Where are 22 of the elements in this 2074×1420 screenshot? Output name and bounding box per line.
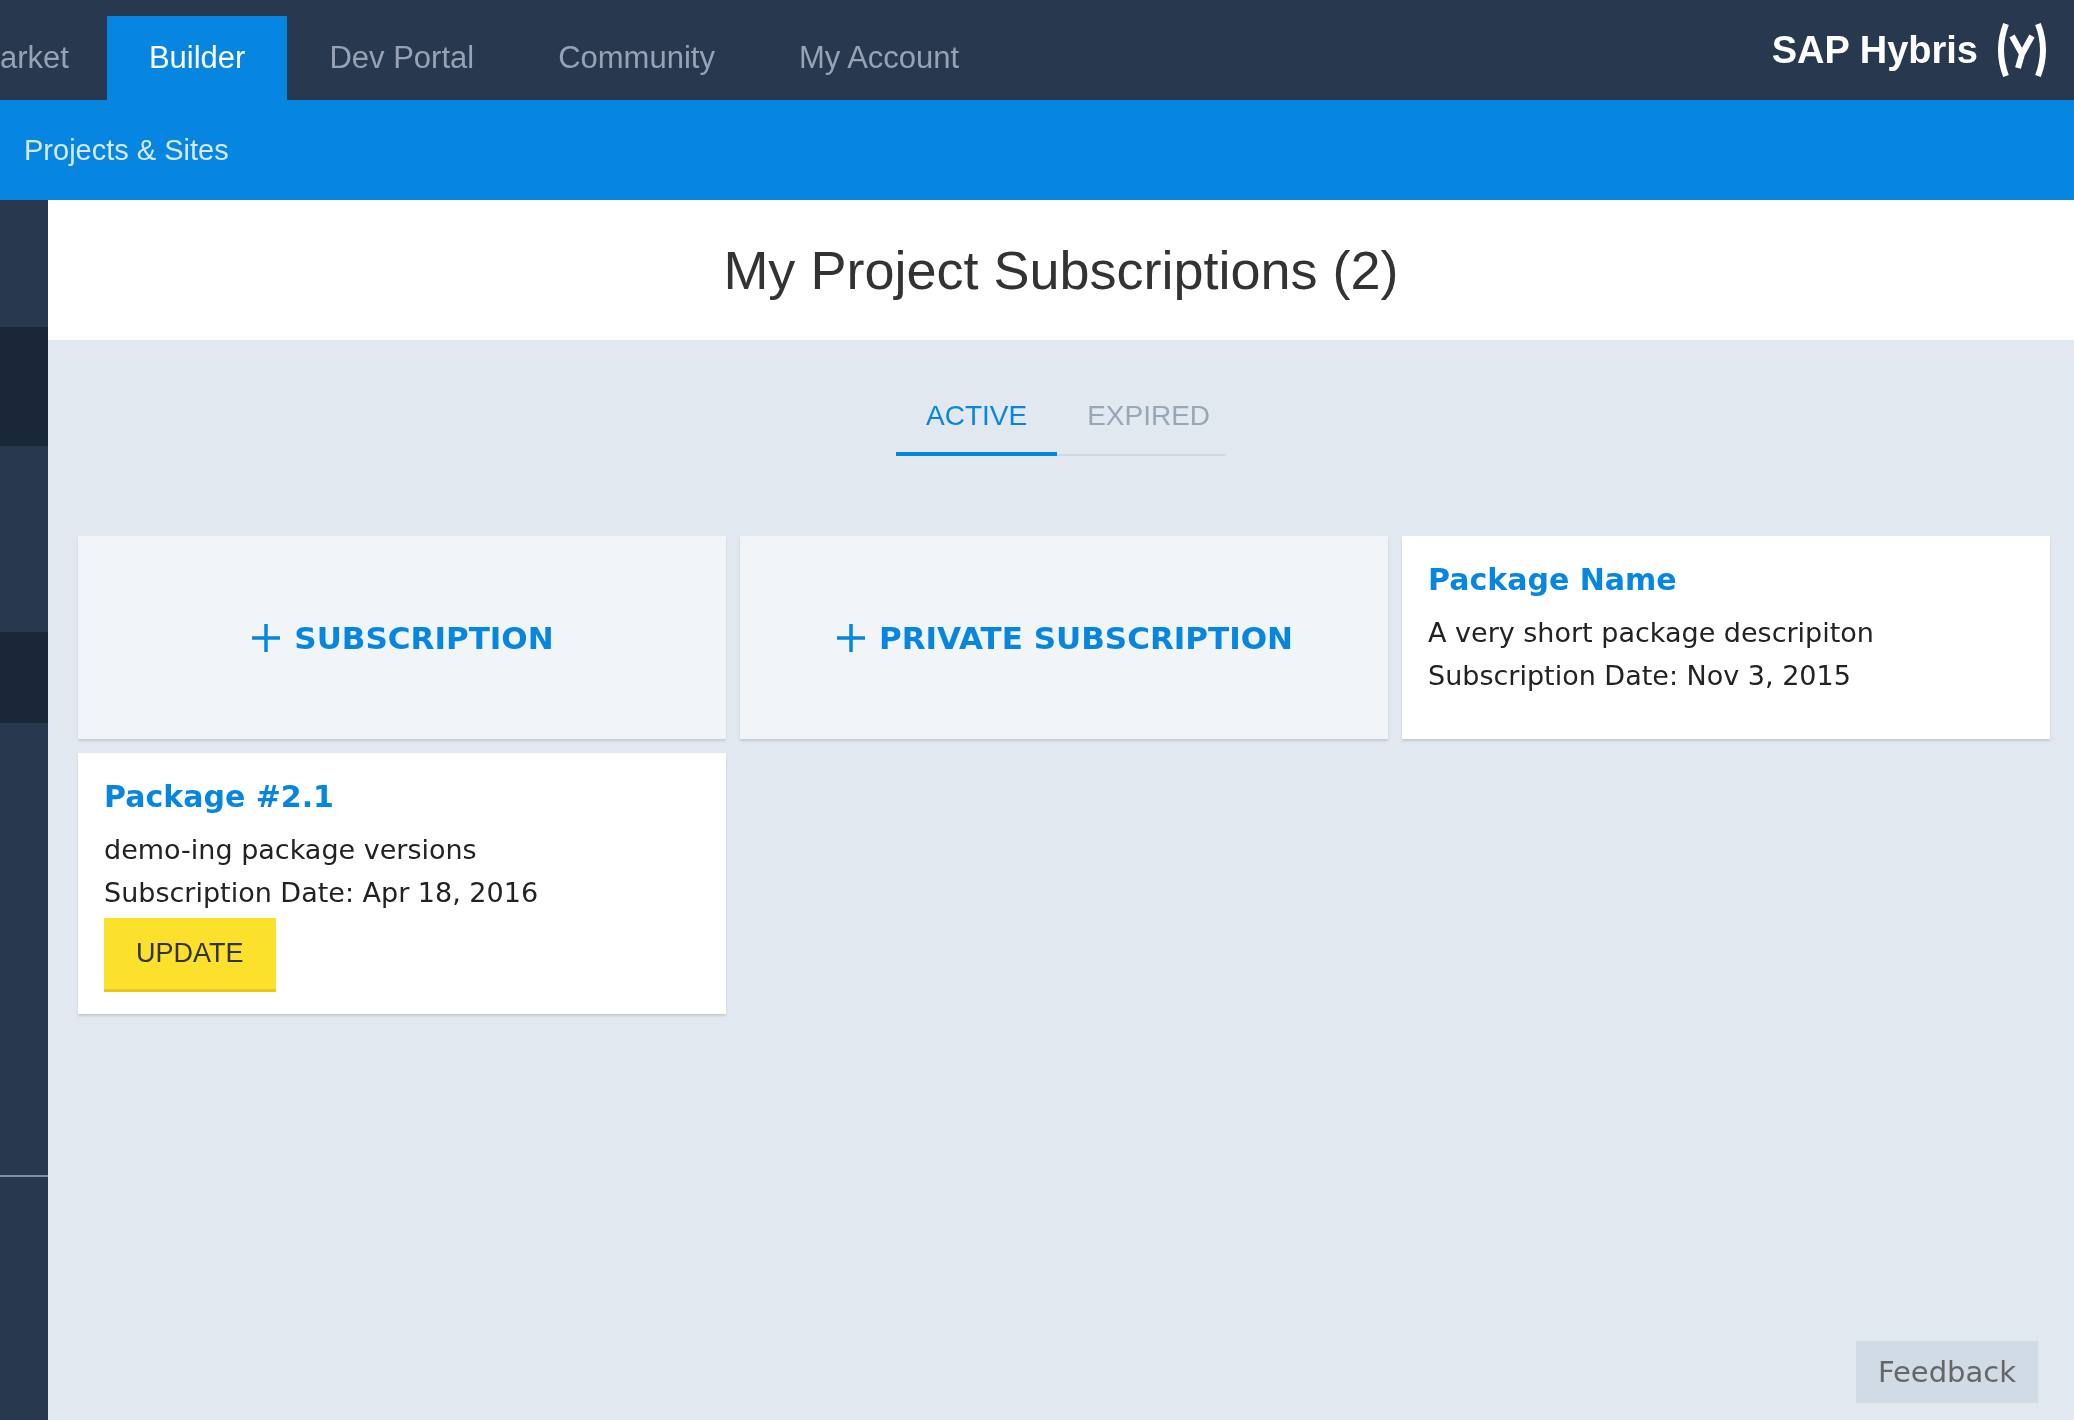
nav-tab[interactable]: My Account (756, 16, 1002, 100)
page-title: My Project Subscriptions (2) (723, 239, 1399, 301)
nav-tab[interactable]: Dev Portal (287, 16, 517, 100)
status-tab[interactable]: EXPIRED (1057, 400, 1241, 456)
package-name-link[interactable]: Package #2.1 (104, 779, 700, 814)
status-tab[interactable]: ACTIVE (896, 400, 1058, 456)
plus-icon (835, 621, 867, 654)
brand-name: SAP Hybris (1771, 28, 1978, 72)
nav-tab[interactable]: Community (516, 16, 757, 100)
subscription-date: Subscription Date: Apr 18, 2016 (104, 877, 540, 908)
subscription-date: Subscription Date: Nov 3, 2015 (1428, 660, 1852, 691)
package-description: demo-ing package versions (104, 834, 478, 865)
plus-icon (250, 621, 283, 654)
add-subscription-button[interactable]: SUBSCRIPTION (78, 536, 726, 739)
package-description: A very short package descripiton (1428, 617, 1875, 648)
nav-tab[interactable]: Builder (106, 16, 288, 100)
update-button[interactable]: UPDATE (104, 918, 276, 992)
package-name-link[interactable]: Package Name (1428, 562, 2024, 597)
feedback-button[interactable]: Feedback (1855, 1341, 2038, 1403)
projects-sites-link[interactable]: Projects & Sites (24, 133, 229, 167)
nav-tab[interactable]: arket (0, 16, 107, 100)
add-subscription-button[interactable]: PRIVATE SUBSCRIPTION (740, 536, 1388, 739)
